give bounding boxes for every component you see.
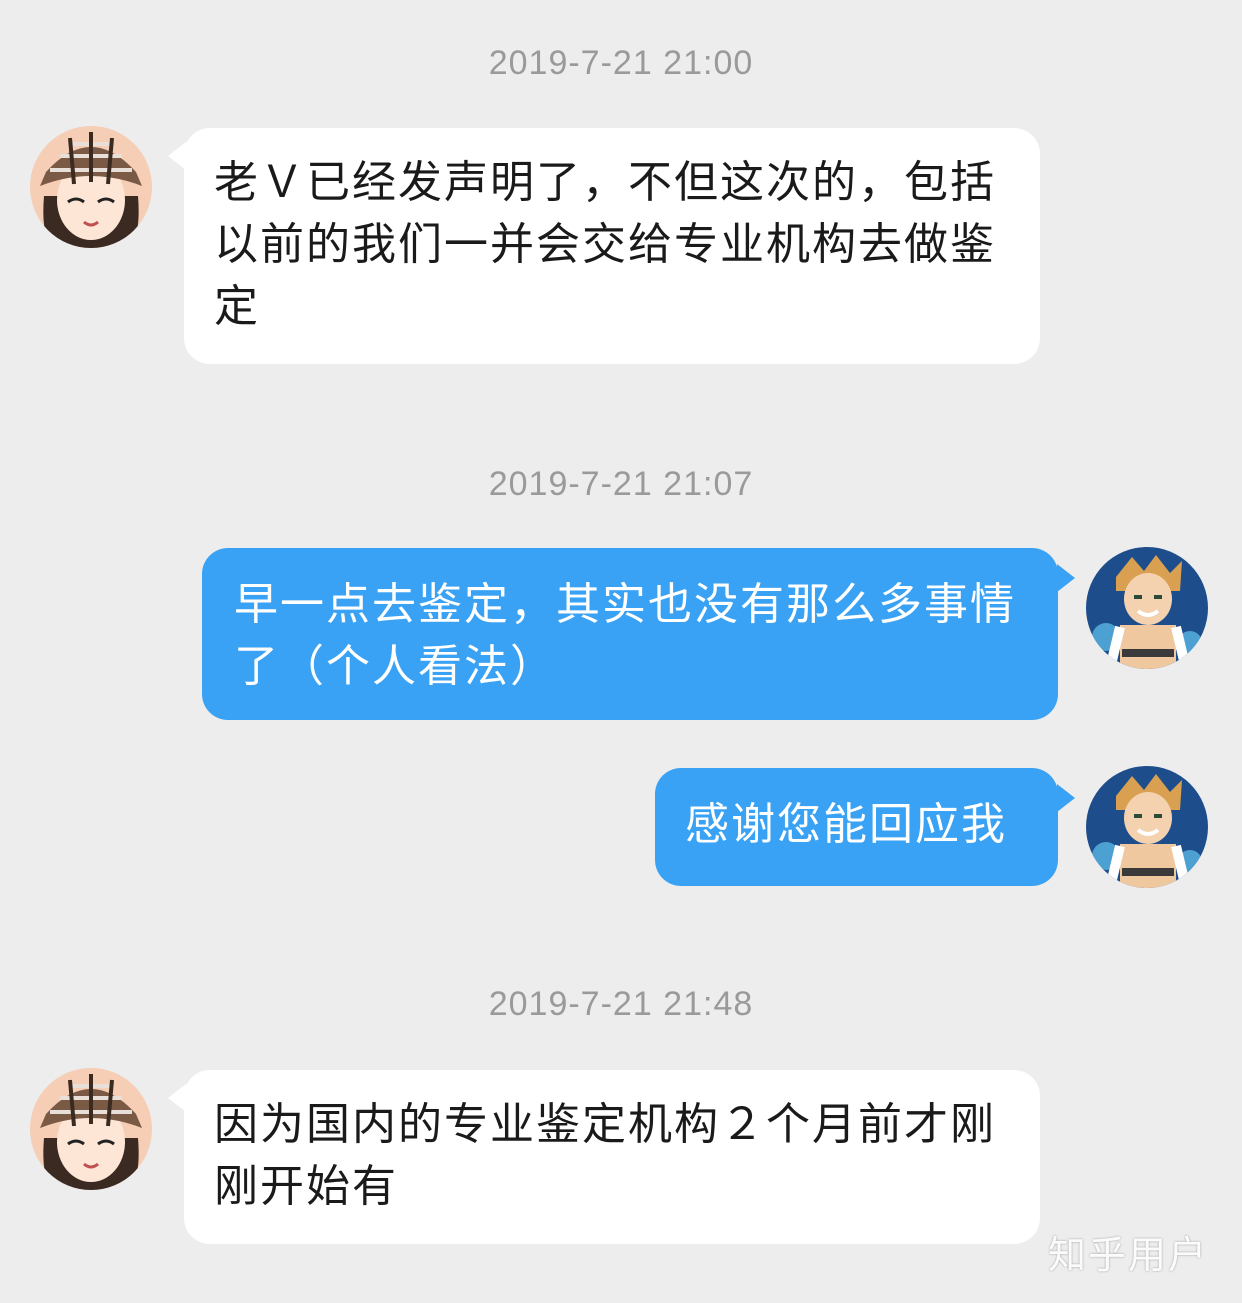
girl-with-plaid-cap-avatar-icon [30,126,152,248]
anime-boy-avatar-icon [1086,766,1208,888]
outgoing-message-bubble[interactable]: 早一点去鉴定，其实也没有那么多事情了（个人看法） [202,548,1058,720]
timestamp: 2019-7-21 21:00 [488,44,754,82]
timestamp: 2019-7-21 21:07 [488,465,754,503]
self-avatar[interactable] [1086,766,1208,888]
anime-boy-avatar-icon [1086,547,1208,669]
contact-avatar[interactable] [30,126,152,248]
outgoing-message-bubble[interactable]: 感谢您能回应我 [655,768,1058,886]
self-avatar[interactable] [1086,547,1208,669]
message-text: 感谢您能回应我 [685,799,1007,850]
watermark: 知乎用户 [1047,1233,1208,1277]
message-text: 因为国内的专业鉴定机构２个月前才刚刚开始有 [214,1099,996,1212]
message-text: 老Ｖ已经发声明了，不但这次的，包括以前的我们一并会交给专业机构去做鉴定 [214,157,996,332]
bubble-tail [1057,784,1075,812]
bubble-tail [1057,564,1075,592]
message-text: 早一点去鉴定，其实也没有那么多事情了（个人看法） [234,579,1016,692]
girl-with-plaid-cap-avatar-icon [30,1068,152,1190]
contact-avatar[interactable] [30,1068,152,1190]
incoming-message-bubble[interactable]: 因为国内的专业鉴定机构２个月前才刚刚开始有 [184,1070,1040,1244]
incoming-message-bubble[interactable]: 老Ｖ已经发声明了，不但这次的，包括以前的我们一并会交给专业机构去做鉴定 [184,128,1040,364]
timestamp: 2019-7-21 21:48 [488,985,754,1023]
